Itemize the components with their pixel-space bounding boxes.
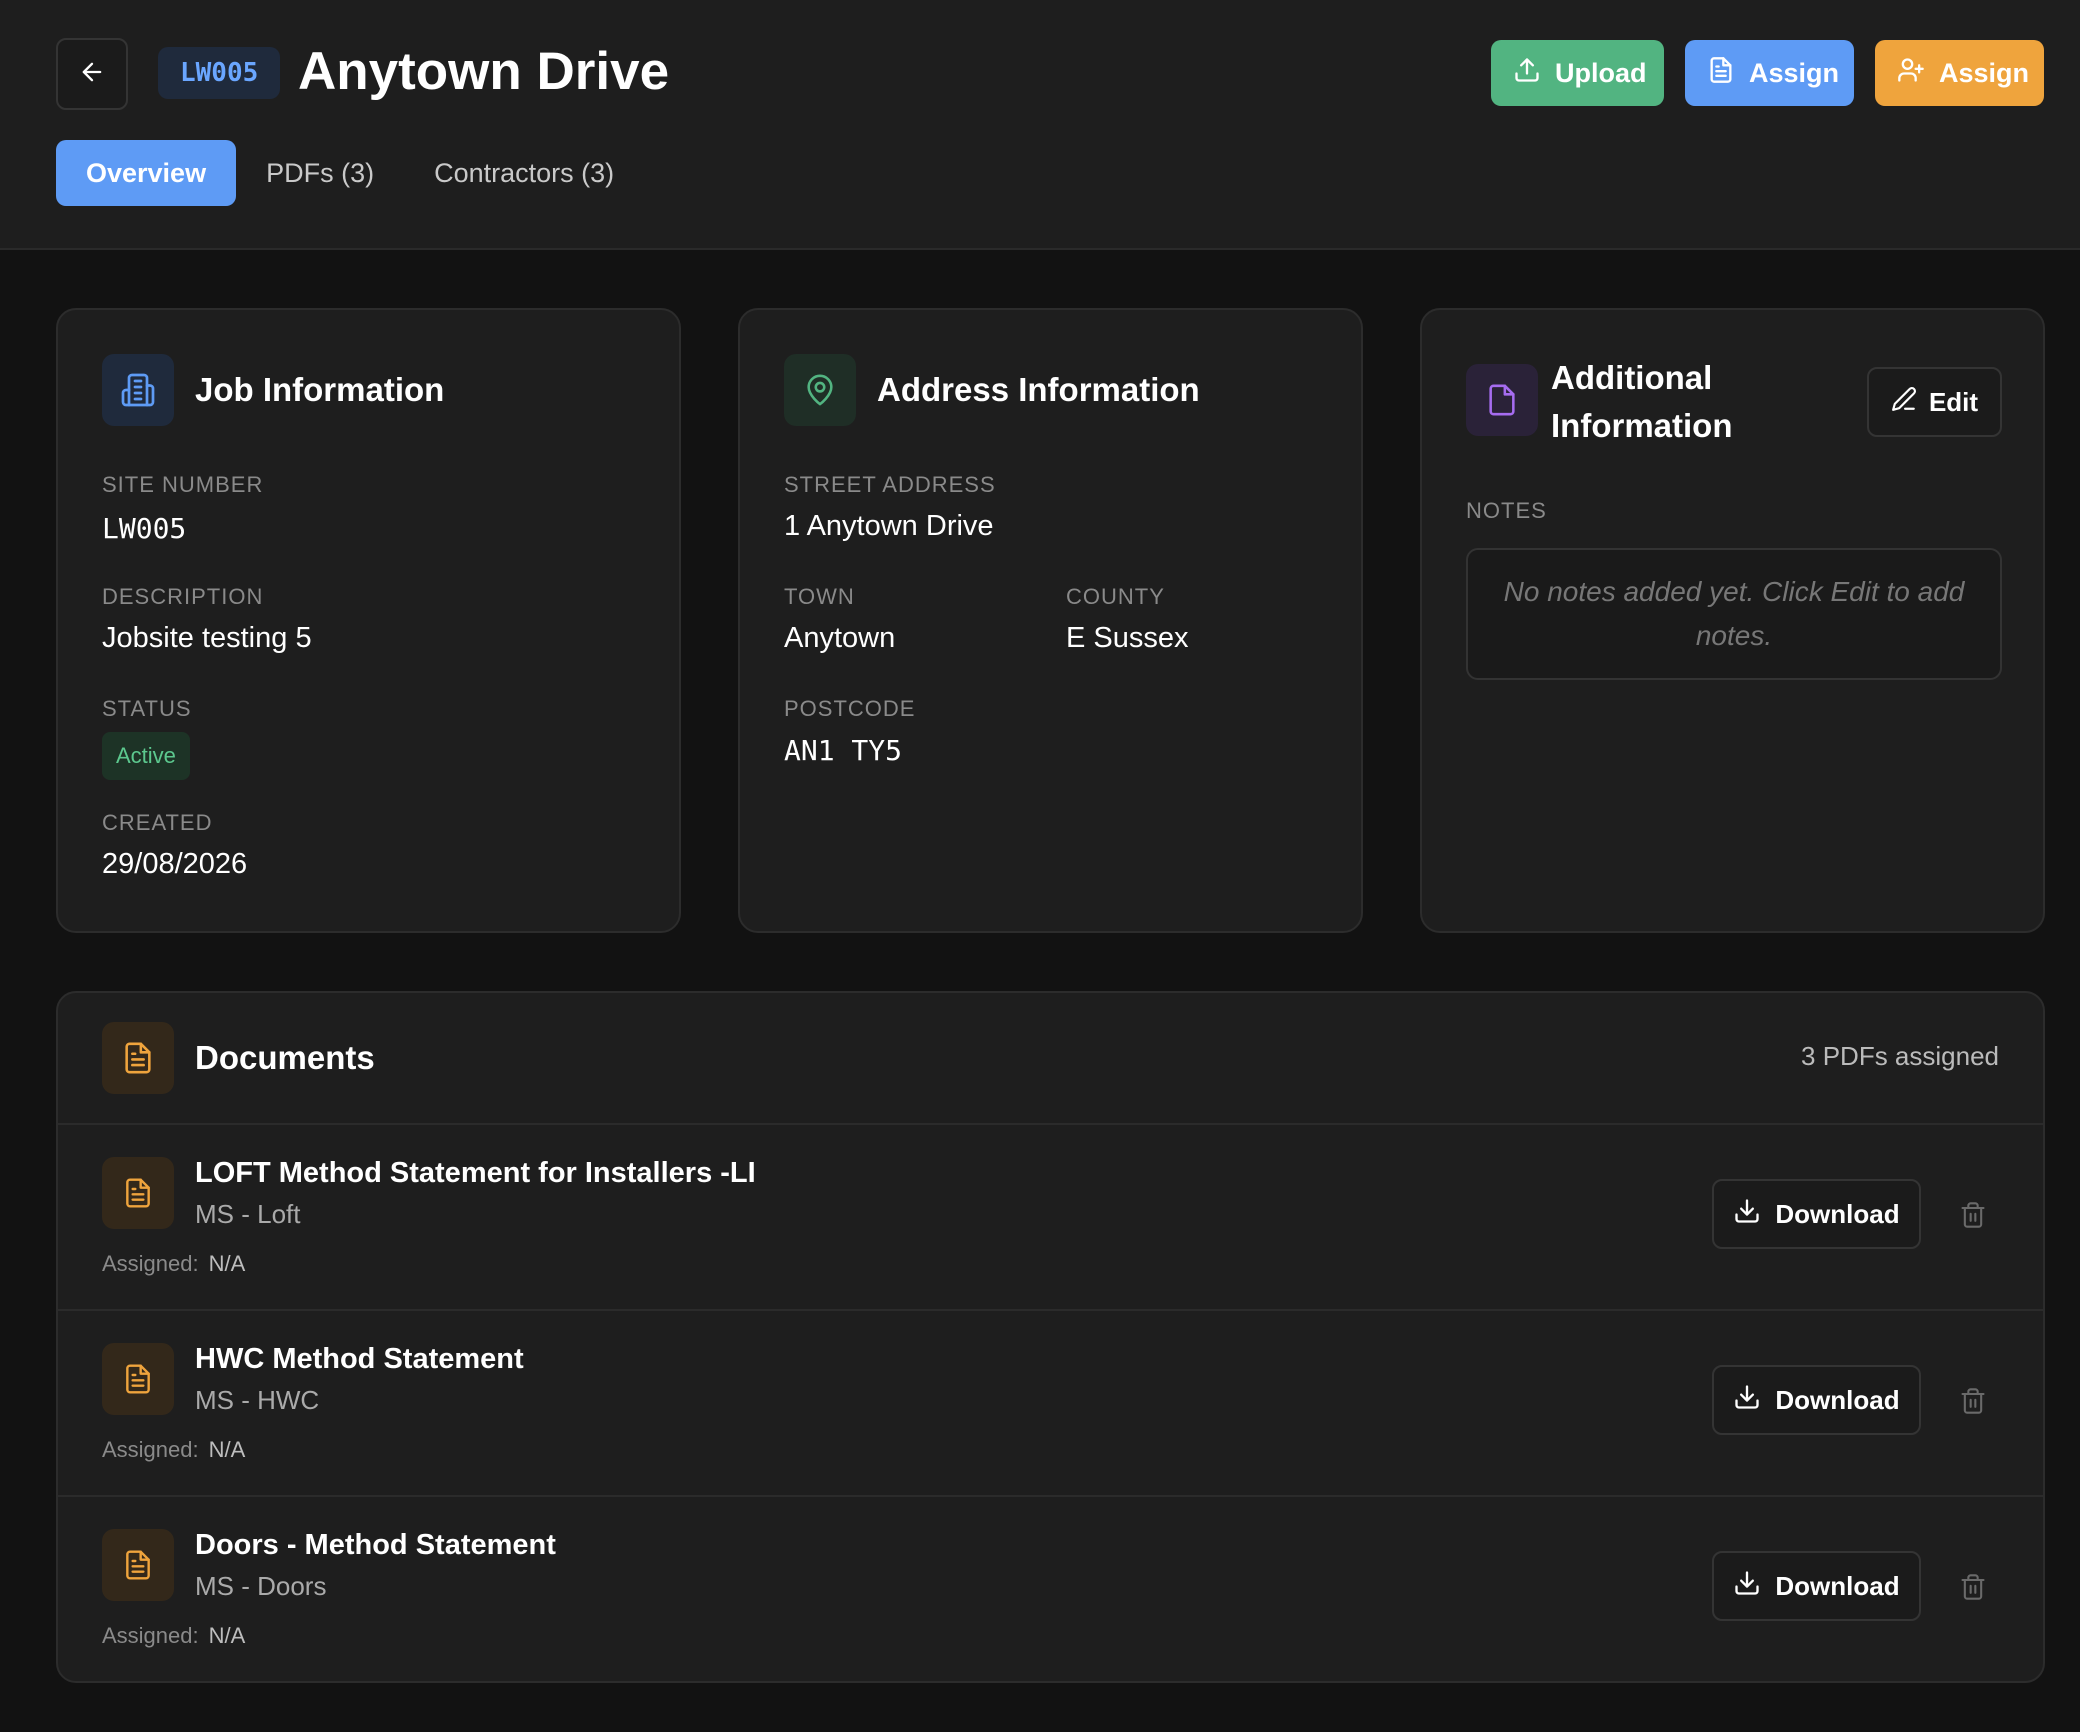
street-address-value: 1 Anytown Drive	[784, 510, 994, 542]
trash-icon[interactable]	[1953, 1195, 1993, 1235]
postcode-value: AN1 TY5	[784, 734, 903, 767]
address-information-title: Address Information	[877, 371, 1200, 408]
assigned-label: Assigned:	[102, 1251, 199, 1276]
site-code-badge: LW005	[158, 47, 281, 99]
document-subtitle: MS - Loft	[195, 1199, 301, 1229]
document-assigned: Assigned: N/A	[102, 1623, 245, 1649]
town-label: TOWN	[784, 584, 855, 609]
download-button-label: Download	[1775, 1570, 1900, 1601]
file-text-icon	[102, 1022, 174, 1094]
file-text-icon	[1707, 56, 1735, 91]
document-title: HWC Method Statement	[195, 1343, 524, 1375]
file-text-icon	[102, 1343, 174, 1415]
assigned-label: Assigned:	[102, 1437, 199, 1462]
download-icon	[1733, 1383, 1761, 1418]
document-title: Doors - Method Statement	[195, 1529, 556, 1561]
tab-contractors[interactable]: Contractors (3)	[404, 140, 644, 206]
download-button[interactable]: Download	[1712, 1551, 1921, 1621]
file-icon	[1466, 364, 1538, 436]
postcode-label: POSTCODE	[784, 696, 916, 721]
assign-contractor-button-label: Assign	[1939, 57, 2030, 88]
assign-pdf-button-label: Assign	[1749, 57, 1840, 88]
file-text-icon	[102, 1529, 174, 1601]
download-icon	[1733, 1197, 1761, 1232]
document-subtitle: MS - Doors	[195, 1571, 327, 1601]
street-address-label: STREET ADDRESS	[784, 472, 996, 497]
notes-label: NOTES	[1466, 498, 1547, 523]
assign-contractor-button[interactable]: Assign	[1875, 40, 2044, 106]
assigned-label: Assigned:	[102, 1623, 199, 1648]
description-label: DESCRIPTION	[102, 584, 264, 609]
address-information-card: Address Information STREET ADDRESS 1 Any…	[738, 308, 1363, 933]
edit-notes-button[interactable]: Edit	[1867, 367, 2002, 437]
document-row: HWC Method Statement MS - HWC Assigned: N…	[58, 1309, 2043, 1495]
tab-overview[interactable]: Overview	[56, 140, 237, 206]
tab-pdfs[interactable]: PDFs (3)	[236, 140, 404, 206]
created-value: 29/08/2026	[102, 848, 248, 880]
building-icon	[102, 354, 174, 426]
additional-information-card: Additional Information Edit NOTES No not…	[1420, 308, 2045, 933]
notes-empty-placeholder: No notes added yet. Click Edit to add no…	[1466, 548, 2002, 680]
edit-button-label: Edit	[1928, 386, 1979, 417]
additional-information-title-line2: Information	[1551, 407, 1733, 444]
documents-title: Documents	[195, 1039, 375, 1076]
file-text-icon	[102, 1157, 174, 1229]
county-label: COUNTY	[1066, 584, 1165, 609]
documents-count: 3 PDFs assigned	[1801, 1041, 1999, 1071]
assigned-value: N/A	[208, 1623, 246, 1648]
trash-icon[interactable]	[1953, 1381, 1993, 1421]
page-header: LW005 Anytown Drive Upload Assign Assign…	[0, 0, 2080, 250]
status-badge: Active	[102, 732, 190, 780]
job-information-title: Job Information	[195, 371, 445, 408]
document-row: Doors - Method Statement MS - Doors Assi…	[58, 1495, 2043, 1681]
description-value: Jobsite testing 5	[102, 622, 312, 654]
job-information-card: Job Information SITE NUMBER LW005 DESCRI…	[56, 308, 681, 933]
assigned-value: N/A	[208, 1437, 246, 1462]
download-button-label: Download	[1775, 1198, 1900, 1229]
download-button[interactable]: Download	[1712, 1179, 1921, 1249]
document-subtitle: MS - HWC	[195, 1385, 320, 1415]
pencil-icon	[1891, 386, 1917, 419]
assigned-value: N/A	[208, 1251, 246, 1276]
map-pin-icon	[784, 354, 856, 426]
town-value: Anytown	[784, 622, 896, 654]
download-button[interactable]: Download	[1712, 1365, 1921, 1435]
site-number-label: SITE NUMBER	[102, 472, 264, 497]
additional-information-title-line1: Additional	[1551, 359, 1713, 396]
trash-icon[interactable]	[1953, 1567, 1993, 1607]
upload-icon	[1513, 56, 1541, 91]
site-number-value: LW005	[102, 512, 187, 545]
assign-pdf-button[interactable]: Assign	[1685, 40, 1854, 106]
arrow-left-icon	[78, 58, 106, 91]
additional-information-title: Additional Information	[1551, 354, 1732, 450]
county-value: E Sussex	[1066, 622, 1189, 654]
back-button[interactable]	[56, 38, 128, 110]
document-title: LOFT Method Statement for Installers -LI	[195, 1157, 756, 1189]
created-label: CREATED	[102, 810, 213, 835]
page-title: Anytown Drive	[298, 42, 670, 101]
download-button-label: Download	[1775, 1384, 1900, 1415]
document-assigned: Assigned: N/A	[102, 1437, 245, 1463]
upload-button-label: Upload	[1555, 57, 1647, 88]
upload-button[interactable]: Upload	[1491, 40, 1664, 106]
document-row: LOFT Method Statement for Installers -LI…	[58, 1123, 2043, 1309]
status-label: STATUS	[102, 696, 192, 721]
document-assigned: Assigned: N/A	[102, 1251, 245, 1277]
tab-bar: Overview PDFs (3) Contractors (3)	[56, 140, 644, 206]
user-plus-icon	[1897, 56, 1925, 91]
documents-card: Documents 3 PDFs assigned LOFT Method St…	[56, 991, 2045, 1683]
download-icon	[1733, 1569, 1761, 1604]
